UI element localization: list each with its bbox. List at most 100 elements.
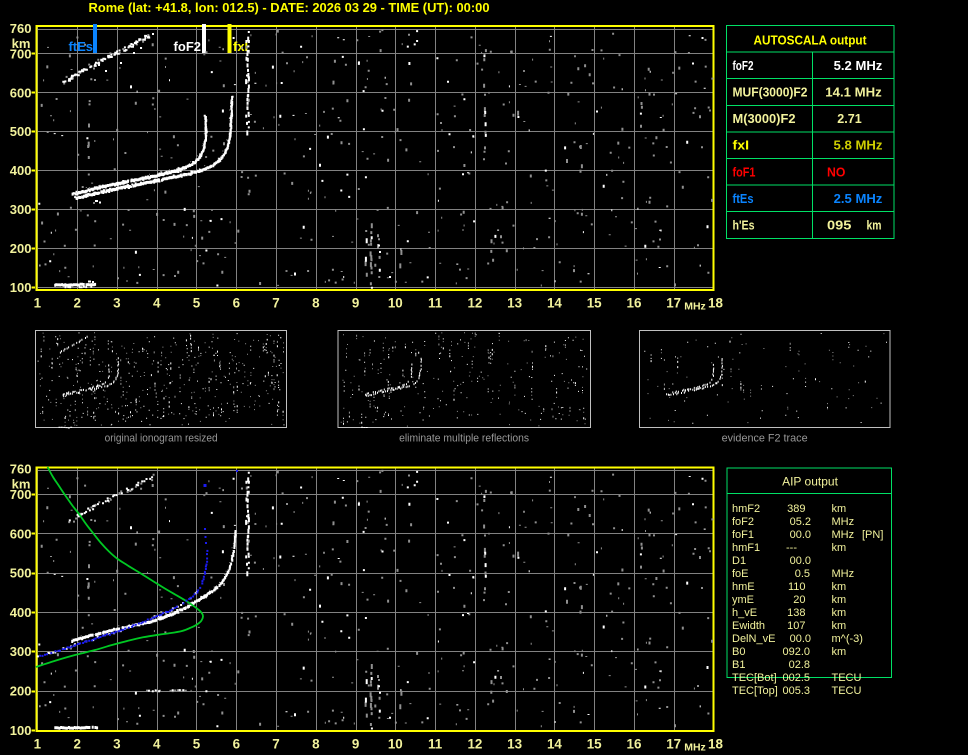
svg-text:095: 095: [827, 218, 851, 233]
svg-text:5: 5: [193, 737, 201, 752]
svg-text:foF2: foF2: [732, 516, 754, 528]
svg-text:km: km: [832, 503, 847, 515]
svg-text:760: 760: [10, 21, 32, 36]
svg-text:MHz: MHz: [832, 516, 855, 528]
svg-text:13: 13: [507, 296, 522, 311]
svg-text:ftEs: ftEs: [733, 191, 754, 206]
svg-text:m^(-3): m^(-3): [832, 633, 863, 645]
svg-text:MHz: MHz: [684, 742, 706, 754]
svg-text:original ionogram resized: original ionogram resized: [105, 433, 218, 445]
svg-text:11: 11: [428, 296, 443, 311]
svg-text:138: 138: [787, 607, 805, 619]
svg-text:ymE: ymE: [732, 594, 754, 606]
svg-text:TECU: TECU: [832, 685, 862, 697]
svg-text:NO: NO: [827, 164, 845, 179]
svg-text:14: 14: [547, 296, 562, 311]
svg-text:MHz: MHz: [684, 301, 706, 313]
svg-text:2.5 MHz: 2.5 MHz: [834, 191, 883, 206]
svg-text:TECU: TECU: [832, 672, 862, 684]
svg-text:092.0: 092.0: [782, 646, 810, 658]
svg-text:5.2 MHz: 5.2 MHz: [834, 58, 883, 73]
svg-text:D1: D1: [732, 555, 746, 567]
svg-text:389: 389: [787, 503, 805, 515]
svg-text:2.71: 2.71: [837, 111, 861, 126]
svg-text:002.5: 002.5: [782, 672, 810, 684]
svg-text:100: 100: [10, 280, 32, 295]
svg-text:fxI: fxI: [733, 138, 750, 153]
svg-text:600: 600: [10, 526, 32, 541]
svg-text:foF1: foF1: [732, 529, 754, 541]
svg-text:2: 2: [73, 737, 80, 752]
svg-text:hmF1: hmF1: [732, 542, 760, 554]
svg-text:500: 500: [10, 124, 32, 139]
svg-text:400: 400: [10, 605, 32, 620]
svg-text:AIP output: AIP output: [782, 475, 838, 489]
svg-text:Rome (lat: +41.8, lon: 012.5): Rome (lat: +41.8, lon: 012.5) - DATE: 20…: [89, 0, 490, 15]
svg-text:20: 20: [793, 594, 805, 606]
svg-text:km: km: [867, 218, 882, 233]
svg-text:km: km: [832, 620, 847, 632]
svg-text:10: 10: [388, 296, 403, 311]
svg-text:MHz: MHz: [832, 568, 855, 580]
svg-text:4: 4: [153, 296, 161, 311]
svg-text:7: 7: [272, 296, 279, 311]
svg-text:9: 9: [352, 296, 359, 311]
svg-text:00.0: 00.0: [790, 633, 811, 645]
svg-text:foF1: foF1: [733, 164, 756, 179]
svg-text:B1: B1: [732, 659, 745, 671]
svg-text:km: km: [832, 581, 847, 593]
svg-text:110: 110: [788, 581, 806, 593]
svg-text:107: 107: [787, 620, 805, 632]
svg-text:760: 760: [10, 461, 32, 476]
svg-text:eliminate multiple reflections: eliminate multiple reflections: [399, 433, 529, 445]
svg-text:2: 2: [73, 296, 80, 311]
svg-text:300: 300: [10, 644, 32, 659]
svg-text:11: 11: [428, 737, 443, 752]
svg-text:005.3: 005.3: [782, 685, 810, 697]
svg-text:7: 7: [272, 737, 279, 752]
svg-text:9: 9: [352, 737, 359, 752]
svg-text:18: 18: [708, 296, 723, 311]
svg-text:300: 300: [10, 202, 32, 217]
svg-text:h_vE: h_vE: [732, 607, 757, 619]
svg-text:3: 3: [113, 737, 120, 752]
svg-text:8: 8: [312, 737, 320, 752]
svg-text:foF2: foF2: [733, 58, 754, 73]
svg-text:400: 400: [10, 163, 32, 178]
svg-text:12: 12: [467, 296, 482, 311]
svg-text:MUF(3000)F2: MUF(3000)F2: [733, 85, 808, 100]
svg-text:TEC[Top]: TEC[Top]: [732, 685, 778, 697]
svg-text:00.0: 00.0: [790, 529, 811, 541]
svg-text:05.2: 05.2: [790, 516, 811, 528]
svg-text:foE: foE: [732, 568, 749, 580]
svg-text:TEC[Bot]: TEC[Bot]: [732, 672, 777, 684]
svg-text:km: km: [832, 646, 847, 658]
svg-text:16: 16: [627, 296, 642, 311]
svg-text:1: 1: [34, 737, 42, 752]
svg-text:h'Es: h'Es: [733, 218, 755, 233]
svg-text:15: 15: [587, 737, 602, 752]
svg-text:8: 8: [312, 296, 320, 311]
svg-text:3: 3: [113, 296, 120, 311]
svg-text:km: km: [832, 594, 847, 606]
svg-text:0.5: 0.5: [795, 568, 810, 580]
svg-text:DelN_vE: DelN_vE: [732, 633, 775, 645]
svg-text:6: 6: [233, 296, 240, 311]
svg-text:km: km: [832, 607, 847, 619]
svg-text:hmE: hmE: [732, 581, 755, 593]
svg-text:km: km: [12, 476, 31, 491]
svg-text:Ewidth: Ewidth: [732, 620, 765, 632]
svg-text:16: 16: [627, 737, 642, 752]
svg-text:500: 500: [10, 566, 32, 581]
svg-text:15: 15: [587, 296, 602, 311]
svg-text:200: 200: [10, 241, 32, 256]
svg-text:200: 200: [10, 684, 32, 699]
svg-text:MHz: MHz: [832, 529, 855, 541]
svg-text:ftEs: ftEs: [68, 39, 93, 54]
svg-text:foF2: foF2: [174, 39, 201, 54]
svg-text:14.1 MHz: 14.1 MHz: [825, 85, 882, 100]
svg-text:1: 1: [34, 296, 42, 311]
svg-text:5: 5: [193, 296, 201, 311]
svg-text:13: 13: [507, 737, 522, 752]
svg-text:100: 100: [10, 723, 32, 738]
